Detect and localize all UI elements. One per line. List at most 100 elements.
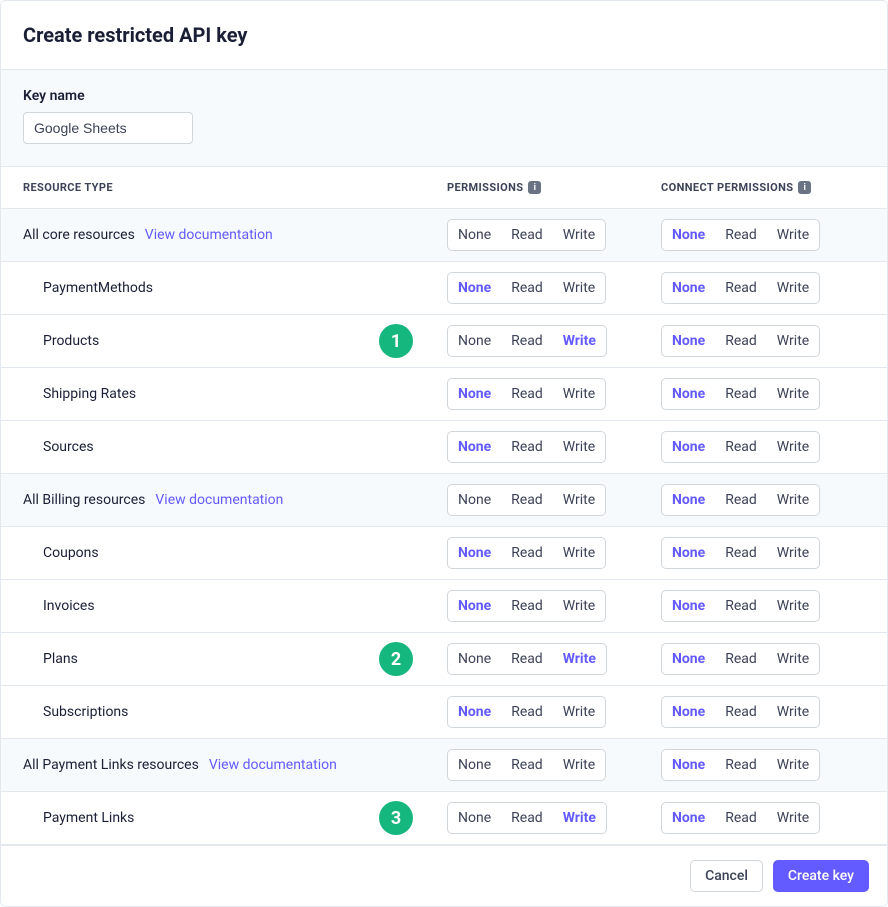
- connect-permissions-toggle[interactable]: NoneReadWrite: [661, 643, 820, 675]
- permissions-toggle[interactable]: NoneReadWrite: [447, 696, 606, 728]
- connect-permissions-toggle-read[interactable]: Read: [715, 379, 767, 409]
- permissions-toggle-write[interactable]: Write: [553, 644, 606, 674]
- connect-permissions-toggle-write[interactable]: Write: [767, 326, 819, 356]
- permissions-toggle-read[interactable]: Read: [501, 644, 553, 674]
- info-icon[interactable]: i: [798, 181, 811, 194]
- permissions-toggle[interactable]: NoneReadWrite: [447, 749, 606, 781]
- connect-permissions-toggle-none[interactable]: None: [662, 538, 715, 568]
- connect-permissions-toggle-read[interactable]: Read: [715, 432, 767, 462]
- permissions-toggle-read[interactable]: Read: [501, 485, 553, 515]
- connect-permissions-toggle-write[interactable]: Write: [767, 485, 819, 515]
- connect-permissions-toggle-write[interactable]: Write: [767, 432, 819, 462]
- view-documentation-link[interactable]: View documentation: [209, 757, 337, 773]
- permissions-toggle[interactable]: NoneReadWrite: [447, 325, 607, 357]
- connect-permissions-toggle-write[interactable]: Write: [767, 591, 819, 621]
- connect-permissions-toggle-none[interactable]: None: [662, 273, 715, 303]
- permissions-toggle[interactable]: NoneReadWrite: [447, 802, 607, 834]
- connect-permissions-toggle-none[interactable]: None: [662, 432, 715, 462]
- connect-permissions-toggle[interactable]: NoneReadWrite: [661, 378, 820, 410]
- connect-permissions-toggle-none[interactable]: None: [662, 750, 715, 780]
- connect-permissions-toggle-write[interactable]: Write: [767, 697, 819, 727]
- connect-permissions-toggle[interactable]: NoneReadWrite: [661, 219, 820, 251]
- permissions-toggle-write[interactable]: Write: [553, 326, 606, 356]
- connect-permissions-toggle-read[interactable]: Read: [715, 644, 767, 674]
- permissions-toggle-write[interactable]: Write: [553, 697, 605, 727]
- connect-permissions-toggle-none[interactable]: None: [662, 591, 715, 621]
- connect-permissions-toggle-none[interactable]: None: [662, 379, 715, 409]
- permissions-toggle-read[interactable]: Read: [501, 432, 553, 462]
- permissions-toggle-none[interactable]: None: [448, 326, 501, 356]
- permissions-toggle-read[interactable]: Read: [501, 220, 553, 250]
- keyname-input[interactable]: [23, 112, 193, 144]
- permissions-toggle-read[interactable]: Read: [501, 538, 553, 568]
- permissions-toggle-none[interactable]: None: [448, 273, 501, 303]
- connect-permissions-toggle-none[interactable]: None: [662, 644, 715, 674]
- permissions-toggle-write[interactable]: Write: [553, 803, 606, 833]
- permissions-toggle[interactable]: NoneReadWrite: [447, 378, 606, 410]
- connect-permissions-toggle-write[interactable]: Write: [767, 538, 819, 568]
- connect-permissions-toggle-read[interactable]: Read: [715, 220, 767, 250]
- permissions-toggle[interactable]: NoneReadWrite: [447, 484, 606, 516]
- connect-permissions-toggle-write[interactable]: Write: [767, 750, 819, 780]
- connect-permissions-toggle-none[interactable]: None: [662, 326, 715, 356]
- permissions-toggle-read[interactable]: Read: [501, 697, 553, 727]
- connect-permissions-toggle[interactable]: NoneReadWrite: [661, 696, 820, 728]
- permissions-toggle-write[interactable]: Write: [553, 485, 605, 515]
- permissions-toggle-none[interactable]: None: [448, 644, 501, 674]
- view-documentation-link[interactable]: View documentation: [155, 492, 283, 508]
- connect-permissions-toggle-read[interactable]: Read: [715, 538, 767, 568]
- permissions-toggle-write[interactable]: Write: [553, 432, 605, 462]
- permissions-toggle-read[interactable]: Read: [501, 379, 553, 409]
- connect-permissions-toggle-read[interactable]: Read: [715, 273, 767, 303]
- connect-permissions-toggle-read[interactable]: Read: [715, 750, 767, 780]
- connect-permissions-toggle-read[interactable]: Read: [715, 591, 767, 621]
- permissions-toggle-none[interactable]: None: [448, 803, 501, 833]
- connect-permissions-toggle-write[interactable]: Write: [767, 803, 819, 833]
- permissions-toggle[interactable]: NoneReadWrite: [447, 431, 606, 463]
- permissions-toggle-write[interactable]: Write: [553, 750, 605, 780]
- permissions-toggle-write[interactable]: Write: [553, 273, 605, 303]
- connect-permissions-toggle-write[interactable]: Write: [767, 273, 819, 303]
- connect-permissions-toggle-none[interactable]: None: [662, 485, 715, 515]
- permissions-toggle[interactable]: NoneReadWrite: [447, 219, 606, 251]
- permissions-toggle[interactable]: NoneReadWrite: [447, 537, 606, 569]
- connect-permissions-toggle-read[interactable]: Read: [715, 697, 767, 727]
- permissions-toggle-write[interactable]: Write: [553, 379, 605, 409]
- permissions-toggle-read[interactable]: Read: [501, 803, 553, 833]
- view-documentation-link[interactable]: View documentation: [145, 227, 273, 243]
- connect-permissions-toggle-none[interactable]: None: [662, 697, 715, 727]
- connect-permissions-toggle[interactable]: NoneReadWrite: [661, 431, 820, 463]
- connect-permissions-toggle-none[interactable]: None: [662, 803, 715, 833]
- info-icon[interactable]: i: [528, 181, 541, 194]
- permissions-toggle-none[interactable]: None: [448, 591, 501, 621]
- permissions-toggle-read[interactable]: Read: [501, 750, 553, 780]
- connect-permissions-toggle-none[interactable]: None: [662, 220, 715, 250]
- connect-permissions-toggle[interactable]: NoneReadWrite: [661, 484, 820, 516]
- permissions-toggle-read[interactable]: Read: [501, 273, 553, 303]
- permissions-toggle-none[interactable]: None: [448, 697, 501, 727]
- connect-permissions-toggle-write[interactable]: Write: [767, 379, 819, 409]
- connect-permissions-toggle-write[interactable]: Write: [767, 220, 819, 250]
- connect-permissions-toggle[interactable]: NoneReadWrite: [661, 537, 820, 569]
- permissions-toggle-write[interactable]: Write: [553, 220, 605, 250]
- cancel-button[interactable]: Cancel: [690, 860, 763, 892]
- permissions-toggle-none[interactable]: None: [448, 432, 501, 462]
- permissions-toggle[interactable]: NoneReadWrite: [447, 643, 607, 675]
- connect-permissions-toggle[interactable]: NoneReadWrite: [661, 325, 820, 357]
- permissions-toggle-write[interactable]: Write: [553, 538, 605, 568]
- create-key-button[interactable]: Create key: [773, 860, 869, 892]
- permissions-toggle-none[interactable]: None: [448, 538, 501, 568]
- permissions-toggle[interactable]: NoneReadWrite: [447, 272, 606, 304]
- connect-permissions-toggle[interactable]: NoneReadWrite: [661, 802, 820, 834]
- permissions-toggle-none[interactable]: None: [448, 750, 501, 780]
- permissions-toggle-none[interactable]: None: [448, 485, 501, 515]
- permissions-toggle-read[interactable]: Read: [501, 326, 553, 356]
- connect-permissions-toggle[interactable]: NoneReadWrite: [661, 590, 820, 622]
- connect-permissions-toggle-write[interactable]: Write: [767, 644, 819, 674]
- permissions-toggle-none[interactable]: None: [448, 379, 501, 409]
- connect-permissions-toggle[interactable]: NoneReadWrite: [661, 272, 820, 304]
- permissions-toggle-write[interactable]: Write: [553, 591, 605, 621]
- connect-permissions-toggle-read[interactable]: Read: [715, 326, 767, 356]
- connect-permissions-toggle-read[interactable]: Read: [715, 803, 767, 833]
- permissions-toggle[interactable]: NoneReadWrite: [447, 590, 606, 622]
